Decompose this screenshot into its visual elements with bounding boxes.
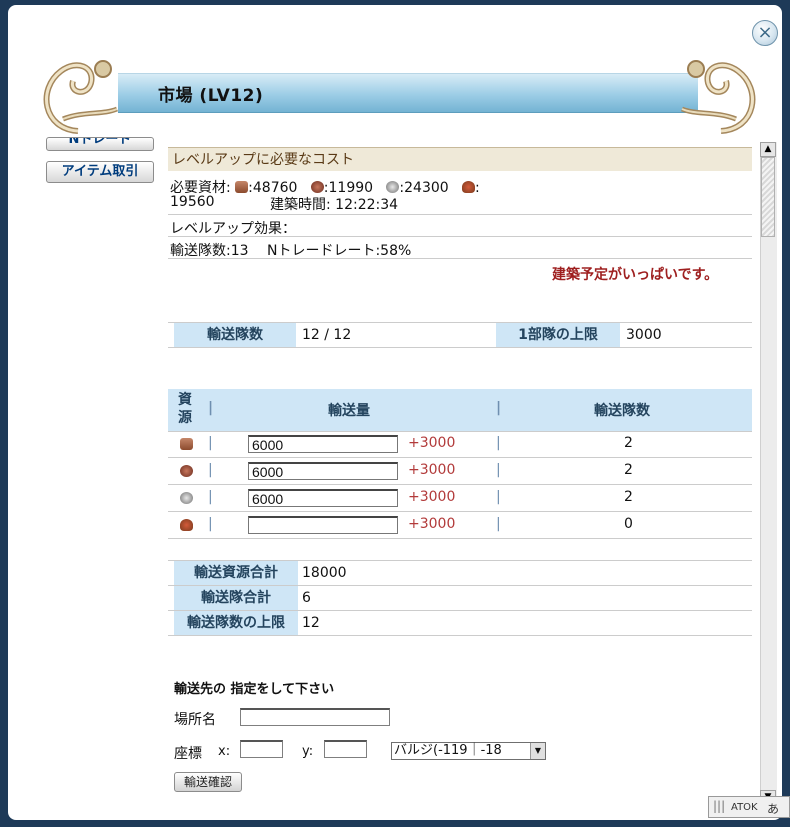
divider — [168, 457, 752, 458]
wood-amount-input[interactable] — [248, 435, 398, 453]
column-separator: | — [496, 489, 501, 505]
wood-icon — [180, 438, 193, 450]
divider — [168, 538, 752, 539]
effect-value: 輸送隊数:13 Nトレードレート:58% — [170, 243, 412, 259]
food-cost-prefix: : — [475, 180, 480, 196]
x-coordinate-input[interactable] — [240, 740, 283, 758]
divider — [168, 431, 752, 432]
place-name-input[interactable] — [240, 708, 390, 726]
iron-amount-input[interactable] — [248, 489, 398, 507]
wood-squads: 2 — [624, 435, 633, 451]
column-separator: | — [208, 400, 214, 416]
food-amount-input[interactable] — [248, 516, 398, 534]
resource-header: 資源 — [178, 392, 192, 426]
scroll-up-icon[interactable]: ▲ — [760, 142, 776, 157]
total-squads-label: 輸送隊合計 — [174, 586, 298, 610]
column-separator: | — [496, 400, 502, 416]
place-name-label: 場所名 — [174, 712, 216, 728]
food-icon — [462, 181, 476, 193]
ime-grip-icon: ||| — [713, 799, 726, 813]
column-separator: | — [208, 462, 213, 478]
food-squads: 0 — [624, 516, 633, 532]
x-label: x: — [218, 744, 231, 759]
food-icon — [180, 519, 193, 531]
chevron-down-icon[interactable]: ▼ — [530, 743, 545, 759]
divider — [168, 484, 752, 485]
column-separator: | — [208, 435, 213, 451]
divider — [168, 258, 752, 259]
close-icon[interactable]: × — [752, 20, 778, 46]
build-time: 建築時間: 12:22:34 — [270, 197, 399, 213]
total-squads-value: 6 — [302, 590, 311, 606]
amount-header: 輸送量 — [328, 403, 370, 419]
scrollbar-thumb[interactable] — [761, 157, 775, 237]
divider — [168, 214, 752, 215]
divider — [168, 635, 752, 636]
market-window: 市場 (LV12) × Nトレード アイテム取引 レベルアップに必要なコスト 必… — [8, 5, 782, 820]
page-title: 市場 (LV12) — [158, 86, 264, 106]
squad-count-label: 輸送隊数 — [174, 323, 296, 347]
stone-icon — [180, 465, 193, 477]
iron-plus-button[interactable]: +3000 — [408, 489, 455, 505]
build-queue-warning: 建築予定がいっぱいです。 — [552, 267, 719, 283]
coord-label: 座標 — [174, 746, 202, 762]
iron-squads: 2 — [624, 489, 633, 505]
divider — [168, 511, 752, 512]
transport-table-header: 資源 | 輸送量 | 輸送隊数 — [168, 389, 752, 431]
main-content: レベルアップに必要なコスト 必要資材: :48760 :11990 :24300… — [168, 142, 752, 805]
wood-icon — [235, 181, 249, 193]
squads-header: 輸送隊数 — [594, 403, 650, 419]
y-coordinate-input[interactable] — [324, 740, 367, 758]
squad-max-label: 輸送隊数の上限 — [174, 611, 298, 635]
squad-max-value: 12 — [302, 615, 320, 631]
stone-plus-button[interactable]: +3000 — [408, 462, 455, 478]
total-resources-label: 輸送資源合計 — [174, 561, 298, 585]
divider — [168, 236, 752, 237]
iron-icon — [180, 492, 193, 504]
food-plus-button[interactable]: +3000 — [408, 516, 455, 532]
scrollbar-track[interactable] — [760, 142, 777, 805]
column-separator: | — [208, 516, 213, 532]
squad-count-value: 12 / 12 — [302, 327, 352, 343]
stone-amount-input[interactable] — [248, 462, 398, 480]
cost-heading: レベルアップに必要なコスト — [168, 147, 752, 171]
stone-icon — [310, 181, 324, 193]
destination-select[interactable]: バルジ(-119｜-18 ▼ — [391, 742, 546, 760]
total-resources-value: 18000 — [302, 565, 347, 581]
n-trade-button[interactable]: Nトレード — [46, 137, 154, 151]
transport-confirm-button[interactable]: 輸送確認 — [174, 772, 242, 792]
ime-toolbar[interactable]: ||| ATOK あ — [708, 796, 790, 818]
divider — [168, 347, 752, 348]
food-cost: 19560 — [170, 194, 215, 210]
iron-cost: :24300 — [399, 180, 449, 196]
ornament-left-icon — [43, 60, 118, 134]
wood-plus-button[interactable]: +3000 — [408, 435, 455, 451]
squad-limit-value: 3000 — [626, 327, 662, 343]
ornament-right-icon — [681, 60, 756, 134]
stone-squads: 2 — [624, 462, 633, 478]
destination-select-value: バルジ(-119｜-18 — [394, 743, 502, 758]
effect-label: レベルアップ効果： — [170, 221, 296, 237]
squad-limit-label: 1部隊の上限 — [496, 323, 620, 347]
n-trade-label: Nトレード — [68, 137, 132, 147]
column-separator: | — [496, 435, 501, 451]
ime-atok-label[interactable]: ATOK — [731, 802, 758, 813]
column-separator: | — [496, 516, 501, 532]
column-separator: | — [496, 462, 501, 478]
y-label: y: — [302, 744, 314, 759]
item-trade-button[interactable]: アイテム取引 — [46, 161, 154, 183]
ime-mode-label[interactable]: あ — [767, 800, 779, 817]
iron-icon — [386, 181, 400, 193]
column-separator: | — [208, 489, 213, 505]
destination-heading: 輸送先の 指定をして下さい — [174, 682, 335, 697]
